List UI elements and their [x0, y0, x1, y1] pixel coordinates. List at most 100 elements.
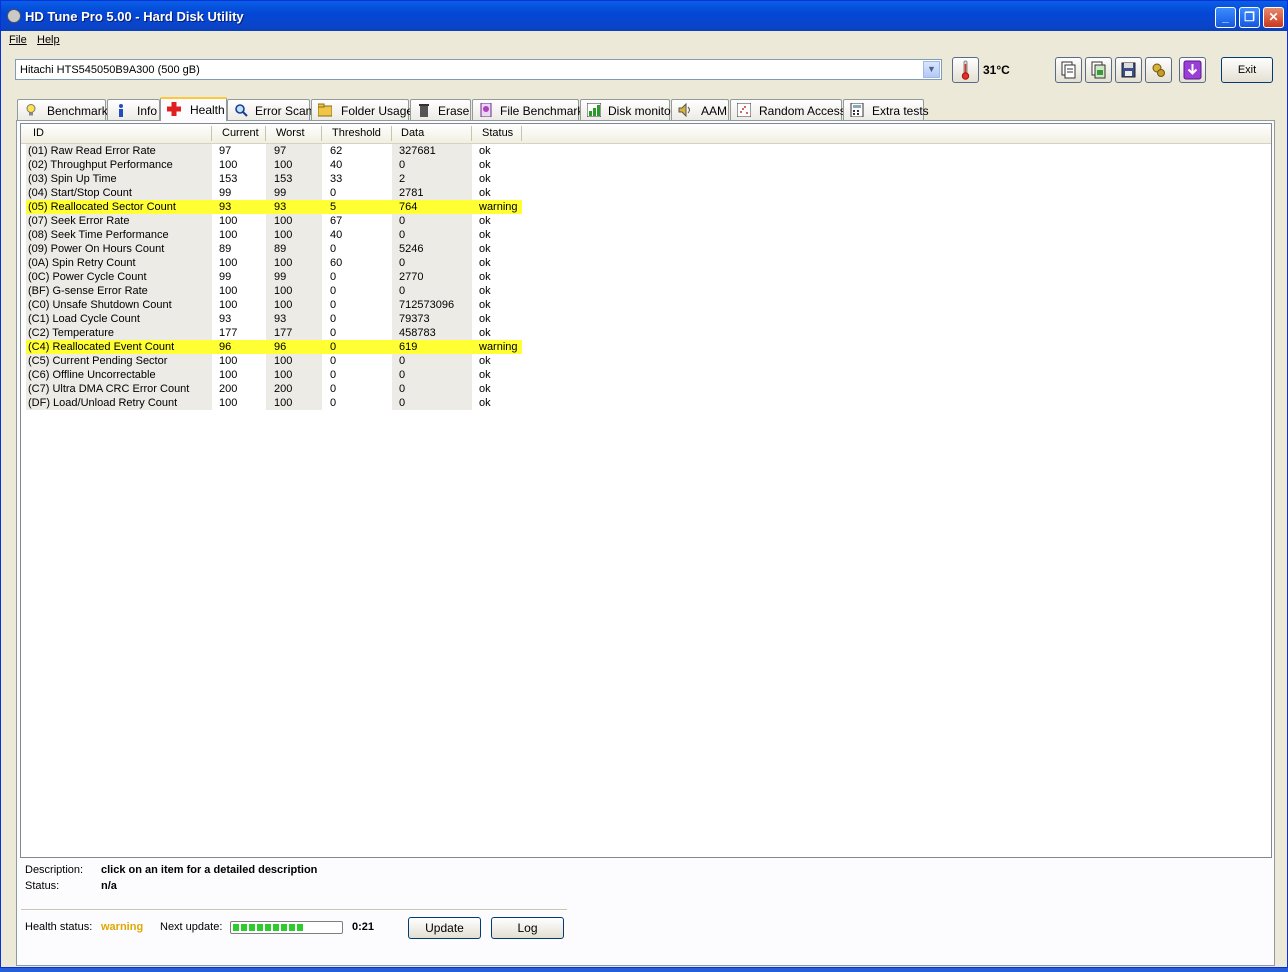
cell-current: 99	[219, 271, 232, 283]
cell-worst: 96	[274, 341, 287, 353]
cell-id: (C0) Unsafe Shutdown Count	[28, 299, 172, 311]
header-id[interactable]: ID	[33, 127, 44, 139]
cell-status: ok	[479, 187, 491, 199]
table-row[interactable]: (C2) Temperature 177 177 0 458783 ok	[26, 326, 522, 340]
health-status-value: warning	[101, 921, 144, 933]
cell-status: ok	[479, 327, 491, 339]
cell-data: 619	[399, 341, 418, 353]
tab-random-access[interactable]: Random Access	[730, 99, 846, 120]
tab-erase[interactable]: Erase	[410, 99, 471, 120]
separator	[21, 909, 567, 911]
title-bar[interactable]: HD Tune Pro 5.00 - Hard Disk Utility _ ❐…	[1, 1, 1287, 31]
table-row[interactable]: (09) Power On Hours Count 89 89 0 5246 ok	[26, 242, 522, 256]
table-row[interactable]: (01) Raw Read Error Rate 97 97 62 327681 ok	[26, 144, 522, 158]
table-row[interactable]: (BF) G-sense Error Rate 100 100 0 0 ok	[26, 284, 522, 298]
table-row[interactable]: (C6) Offline Uncorrectable 100 100 0 0 ok	[26, 368, 522, 382]
smart-attributes-table[interactable]: ID Current Worst Threshold Data Status (…	[20, 123, 1272, 858]
cell-current: 100	[219, 159, 238, 171]
table-row[interactable]: (C7) Ultra DMA CRC Error Count 200 200 0 0 ok	[26, 382, 522, 396]
description-label: Description:	[25, 864, 84, 876]
restore-button[interactable]: ❐	[1239, 7, 1260, 28]
copy-text-button[interactable]	[1055, 57, 1082, 83]
cell-threshold: 0	[330, 299, 337, 311]
cell-status: warning	[479, 341, 518, 353]
minimize-button[interactable]: _	[1215, 7, 1236, 28]
table-row[interactable]: (04) Start/Stop Count 99 99 0 2781 ok	[26, 186, 522, 200]
cell-threshold: 0	[330, 327, 337, 339]
download-button[interactable]	[1179, 57, 1206, 83]
copy-screenshot-button[interactable]	[1085, 57, 1112, 83]
table-row[interactable]: (02) Throughput Performance 100 100 40 0 ok	[26, 158, 522, 172]
cell-status: ok	[479, 145, 491, 157]
cell-data: 0	[399, 369, 406, 381]
cell-threshold: 67	[330, 215, 343, 227]
cell-current: 93	[219, 201, 232, 213]
cell-current: 100	[219, 299, 238, 311]
update-button[interactable]: Update	[408, 917, 481, 939]
cell-current: 153	[219, 173, 238, 185]
table-row[interactable]: (08) Seek Time Performance 100 100 40 0 ok	[26, 228, 522, 242]
table-row[interactable]: (07) Seek Error Rate 100 100 67 0 ok	[26, 214, 522, 228]
cell-worst: 153	[274, 173, 293, 185]
tab-health[interactable]: Health	[160, 97, 227, 121]
close-button[interactable]: ✕	[1263, 7, 1284, 28]
app-window: HD Tune Pro 5.00 - Hard Disk Utility _ ❐…	[0, 0, 1288, 968]
save-icon	[1121, 62, 1136, 78]
thermometer-icon	[952, 57, 979, 83]
header-worst[interactable]: Worst	[276, 127, 305, 139]
health-cross-icon	[167, 102, 181, 116]
cell-threshold: 0	[330, 355, 337, 367]
cell-id: (09) Power On Hours Count	[28, 243, 165, 255]
cell-status: ok	[479, 383, 491, 395]
header-status[interactable]: Status	[482, 127, 513, 139]
table-row[interactable]: (0A) Spin Retry Count 100 100 60 0 ok	[26, 256, 522, 270]
cell-current: 99	[219, 187, 232, 199]
cell-status: ok	[479, 257, 491, 269]
cell-worst: 100	[274, 397, 293, 409]
file-benchmark-icon	[480, 103, 492, 117]
tab-file-benchmark[interactable]: File Benchmark	[472, 99, 583, 120]
chevron-down-icon[interactable]: ▼	[923, 61, 940, 78]
log-button[interactable]: Log	[491, 917, 564, 939]
header-threshold[interactable]: Threshold	[332, 127, 381, 139]
table-row[interactable]: (C5) Current Pending Sector 100 100 0 0 ok	[26, 354, 522, 368]
save-button[interactable]	[1115, 57, 1142, 83]
header-current[interactable]: Current	[222, 127, 259, 139]
exit-button[interactable]: Exit	[1221, 57, 1273, 83]
cell-data: 5246	[399, 243, 424, 255]
table-row[interactable]: (DF) Load/Unload Retry Count 100 100 0 0 ok	[26, 396, 522, 410]
cell-data: 2781	[399, 187, 424, 199]
table-row[interactable]: (C4) Reallocated Event Count 96 96 0 619 warn…	[26, 340, 522, 354]
cell-current: 200	[219, 383, 238, 395]
table-row[interactable]: (03) Spin Up Time 153 153 33 2 ok	[26, 172, 522, 186]
magnifier-icon	[235, 104, 248, 117]
cell-threshold: 0	[330, 369, 337, 381]
menu-file[interactable]: File	[9, 34, 27, 46]
cell-data: 712573096	[399, 299, 455, 311]
description-value: click on an item for a detailed descript…	[101, 864, 318, 876]
drive-selector[interactable]: Hitachi HTS545050B9A300 (500 gB) ▼	[15, 59, 942, 80]
table-row[interactable]: (C0) Unsafe Shutdown Count 100 100 0 7125730…	[26, 298, 522, 312]
table-header: ID Current Worst Threshold Data Status	[21, 124, 1271, 144]
tab-aam[interactable]: AAM	[671, 99, 729, 120]
tab-folder-usage[interactable]: Folder Usage	[311, 99, 413, 120]
cell-threshold: 62	[330, 145, 343, 157]
tab-benchmark[interactable]: Benchmark	[17, 99, 108, 120]
tab-extra-tests[interactable]: Extra tests	[843, 99, 929, 120]
cell-current: 93	[219, 313, 232, 325]
cell-data: 0	[399, 397, 406, 409]
tab-error-scan[interactable]: Error Scan	[227, 99, 312, 120]
options-button[interactable]	[1145, 57, 1172, 83]
menu-help[interactable]: Help	[37, 34, 60, 46]
tab-info[interactable]: Info	[107, 99, 160, 120]
cell-status: ok	[479, 159, 491, 171]
cell-threshold: 0	[330, 313, 337, 325]
table-row[interactable]: (C1) Load Cycle Count 93 93 0 79373 ok	[26, 312, 522, 326]
tab-disk-monitor[interactable]: Disk monitor	[580, 99, 675, 120]
table-row[interactable]: (0C) Power Cycle Count 99 99 0 2770 ok	[26, 270, 522, 284]
cell-current: 97	[219, 145, 232, 157]
header-data[interactable]: Data	[401, 127, 424, 139]
cell-worst: 99	[274, 187, 287, 199]
table-row[interactable]: (05) Reallocated Sector Count 93 93 5 764 war…	[26, 200, 522, 214]
cell-data: 0	[399, 285, 406, 297]
